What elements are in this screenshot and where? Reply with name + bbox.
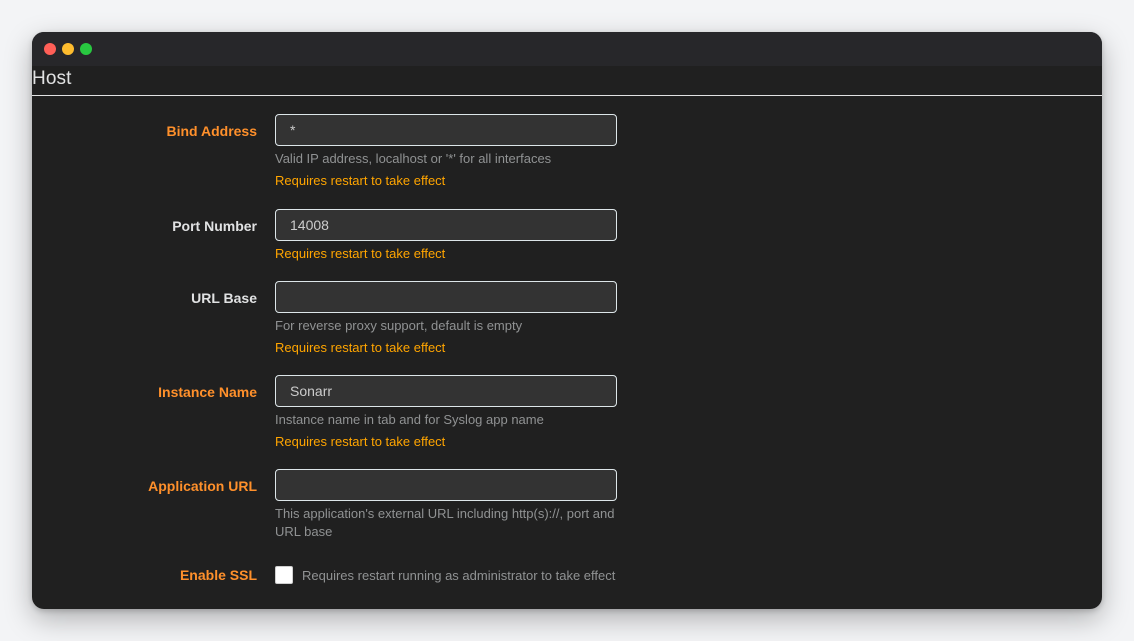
url-base-help: For reverse proxy support, default is em… — [275, 318, 523, 333]
application-url-help-line1: This application's external URL includin… — [275, 506, 615, 521]
bind-address-input[interactable]: * — [275, 114, 617, 146]
bind-address-help: Valid IP address, localhost or '*' for a… — [275, 151, 552, 166]
application-url-input[interactable] — [275, 469, 617, 501]
url-base-warning: Requires restart to take effect — [275, 340, 446, 355]
enable-ssl-checkbox[interactable] — [275, 566, 293, 584]
maximize-window-icon[interactable] — [80, 43, 92, 55]
instance-name-help: Instance name in tab and for Syslog app … — [275, 412, 544, 427]
application-url-help: This application's external URL includin… — [275, 505, 617, 541]
url-base-label: URL Base — [191, 290, 257, 306]
minimize-window-icon[interactable] — [62, 43, 74, 55]
application-url-field: This application's external URL includin… — [275, 469, 617, 541]
url-base-input[interactable] — [275, 281, 617, 313]
application-url-label: Application URL — [148, 478, 257, 494]
app-window: Host Bind Address * Valid IP address, lo… — [32, 32, 1102, 609]
window-titlebar — [32, 32, 1102, 66]
instance-name-warning: Requires restart to take effect — [275, 434, 446, 449]
bind-address-field: * Valid IP address, localhost or '*' for… — [275, 114, 617, 190]
section-header: Host — [32, 66, 1102, 96]
instance-name-field: Sonarr Instance name in tab and for Sysl… — [275, 375, 617, 451]
close-window-icon[interactable] — [44, 43, 56, 55]
enable-ssl-field: Requires restart running as administrato… — [275, 566, 617, 584]
port-number-field: 14008 Requires restart to take effect — [275, 209, 617, 263]
url-base-field: For reverse proxy support, default is em… — [275, 281, 617, 357]
section-title: Host — [32, 68, 72, 89]
enable-ssl-label: Enable SSL — [179, 567, 257, 583]
port-number-warning: Requires restart to take effect — [275, 246, 446, 261]
port-number-label: Port Number — [172, 218, 257, 234]
bind-address-warning: Requires restart to take effect — [275, 173, 446, 188]
bind-address-label: Bind Address — [166, 123, 258, 139]
port-number-input[interactable]: 14008 — [275, 209, 617, 241]
instance-name-label: Instance Name — [158, 384, 257, 400]
application-url-help-line2: URL base — [275, 524, 333, 539]
enable-ssl-help: Requires restart running as administrato… — [302, 567, 616, 583]
instance-name-input[interactable]: Sonarr — [275, 375, 617, 407]
